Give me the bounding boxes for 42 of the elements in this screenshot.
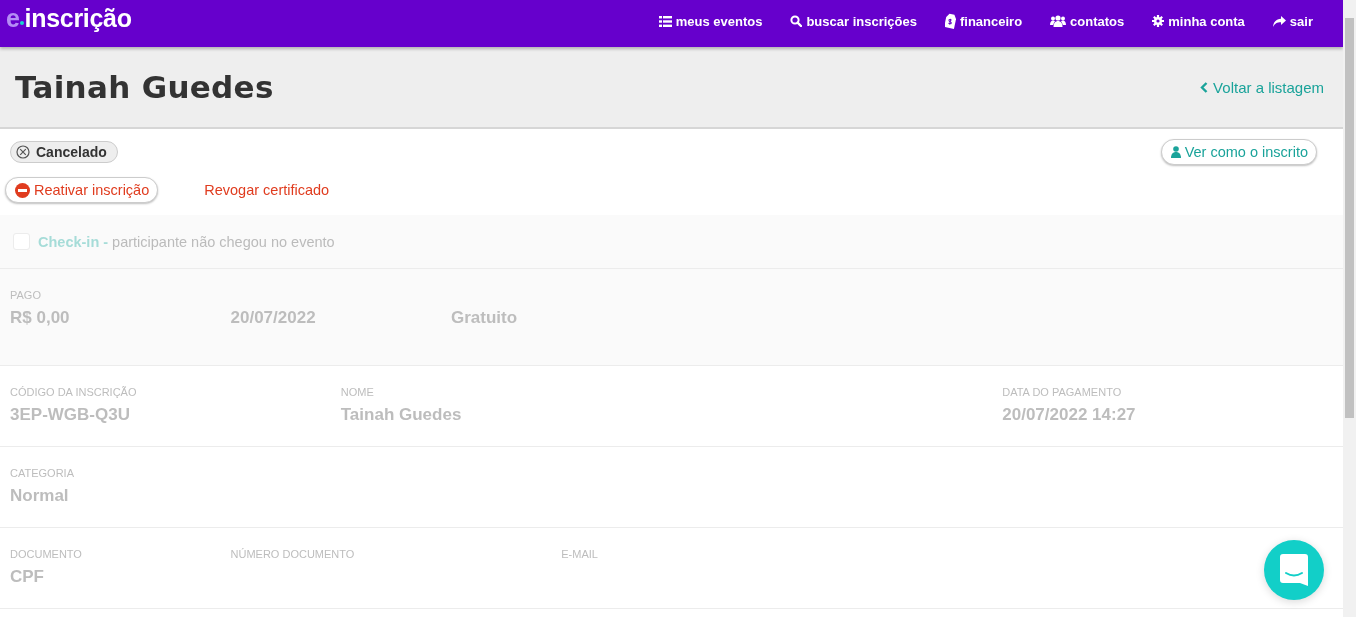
- field-value: R$ 0,00: [10, 308, 71, 328]
- field-value: CPF: [10, 567, 45, 587]
- price-tag-icon: [945, 13, 956, 29]
- cancelled-icon: [16, 145, 30, 159]
- field-label: E-MAIL: [561, 548, 599, 561]
- revoke-certificate-link[interactable]: Revogar certificado: [204, 182, 330, 198]
- checkin-status-text: participante não chegou no evento: [112, 233, 335, 250]
- nav-link[interactable]: financeiro: [945, 13, 1023, 29]
- logo[interactable]: e inscrição: [0, 0, 132, 33]
- field-value: Gratuito: [451, 308, 519, 328]
- field-value: Tainah Guedes: [340, 405, 463, 425]
- field-label: NÚMERO DOCUMENTO: [230, 548, 356, 561]
- list-icon: [658, 15, 672, 27]
- scrollbar[interactable]: [1343, 0, 1356, 617]
- nav-link[interactable]: meus eventos: [658, 13, 763, 29]
- field-label: DOCUMENTO: [10, 548, 83, 561]
- field-value: 20/07/2022 14:27: [1002, 405, 1137, 425]
- search-icon: [790, 15, 803, 27]
- users-icon: [1050, 15, 1067, 27]
- nav-link[interactable]: buscar inscrições: [790, 13, 917, 29]
- settings-icon: [1152, 15, 1165, 27]
- no-entry-icon: [15, 182, 30, 198]
- chat-bubble-icon: [1280, 554, 1308, 586]
- status-badge: Cancelado: [10, 141, 118, 163]
- field-label: PAGO: [10, 289, 42, 302]
- nav-link[interactable]: contatos: [1050, 13, 1125, 29]
- scrollbar-thumb[interactable]: [1345, 18, 1354, 418]
- field-value: 20/07/2022: [230, 308, 317, 328]
- nav-link[interactable]: minha conta: [1152, 13, 1245, 29]
- chevron-left-icon: [1200, 81, 1209, 93]
- checkin-label: Check-in -: [38, 233, 109, 250]
- field-label: NOME: [340, 386, 375, 399]
- field-label: DATA DO PAGAMENTO: [1002, 386, 1123, 399]
- field-value: Normal: [10, 486, 70, 506]
- reactivate-button[interactable]: Reativar inscrição: [5, 177, 159, 203]
- user-icon: [1170, 146, 1181, 158]
- nav-link[interactable]: sair: [1272, 13, 1313, 29]
- field-label: CATEGORIA: [10, 467, 75, 480]
- share-arrow-icon: [1272, 15, 1286, 27]
- page-title: Tainah Guedes: [15, 69, 274, 105]
- field-label: CÓDIGO DA INSCRIÇÃO: [10, 386, 138, 399]
- field-value: 3EP-WGB-Q3U: [10, 405, 131, 425]
